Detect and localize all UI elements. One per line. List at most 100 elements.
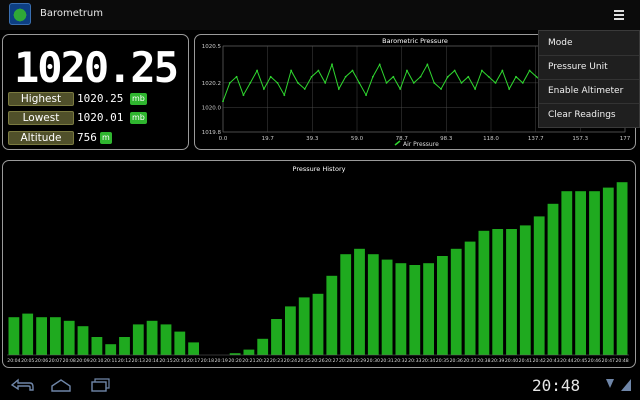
history-time-labels: 20:04 20:05 20:06 20:07 20:08 20:09 20:10 20:11… [7, 358, 629, 364]
history-bar [312, 293, 324, 355]
recent-apps-icon[interactable] [90, 378, 110, 392]
data-point [269, 75, 272, 78]
data-point [392, 75, 395, 78]
action-bar: Barometrum [0, 0, 640, 30]
data-point [324, 81, 327, 84]
history-bar [589, 191, 600, 355]
time-label: 20:08 [63, 358, 76, 364]
data-point [460, 81, 463, 84]
history-bar [409, 265, 421, 355]
overflow-menu-icon[interactable] [612, 8, 626, 22]
menu-item-clear-readings[interactable]: Clear Readings [539, 103, 639, 127]
history-bar [478, 230, 490, 355]
altitude-unit: m [100, 132, 112, 144]
time-label: 20:45 [574, 358, 587, 364]
history-bar [616, 182, 628, 355]
data-point [337, 88, 340, 90]
history-bar [533, 216, 545, 355]
history-bar [547, 203, 559, 355]
menu-item-enable-altimeter[interactable]: Enable Altimeter [539, 79, 639, 103]
history-bar [492, 229, 504, 355]
current-pressure: 1020.25 [13, 43, 179, 92]
data-point [419, 75, 422, 78]
data-point [528, 69, 531, 72]
data-point [242, 94, 245, 97]
data-point [385, 81, 388, 84]
history-bar [22, 313, 34, 355]
data-point [440, 88, 442, 90]
lowest-label: Lowest [8, 111, 74, 125]
history-bar [506, 229, 517, 355]
history-title: Pressure History [293, 165, 346, 173]
data-point [358, 81, 361, 84]
data-point [256, 69, 258, 72]
history-bar [340, 254, 352, 355]
time-label: 20:25 [298, 358, 311, 364]
y-tick-labels: 1020.51020.21020.01019.8 [202, 44, 222, 136]
time-label: 20:16 [173, 358, 186, 364]
history-bar [381, 259, 393, 355]
data-point [501, 69, 504, 72]
menu-item-pressure-unit[interactable]: Pressure Unit [539, 55, 639, 79]
time-label: 20:47 [602, 358, 615, 364]
history-bar [63, 320, 75, 355]
data-point [262, 88, 265, 90]
status-clock[interactable]: 20:48 [532, 376, 580, 395]
data-point [406, 69, 408, 72]
barometer-globe-icon[interactable] [9, 3, 31, 25]
y-tick-label: 1020.5 [202, 44, 222, 50]
time-label: 20:23 [270, 358, 283, 364]
history-bar [77, 326, 89, 355]
time-label: 20:30 [367, 358, 380, 364]
data-point [508, 88, 511, 90]
history-bar [174, 331, 186, 355]
data-point [494, 81, 497, 84]
history-bar [423, 263, 434, 355]
x-tick-label: 157.3 [572, 136, 588, 142]
history-bar [91, 337, 103, 355]
time-label: 20:22 [256, 358, 269, 364]
data-point [412, 81, 415, 84]
history-bar [243, 349, 255, 355]
time-label: 20:41 [519, 358, 532, 364]
back-icon[interactable] [10, 378, 34, 392]
history-bar [326, 275, 338, 355]
data-point [487, 75, 490, 78]
time-label: 20:04 [7, 358, 20, 364]
history-bars [8, 182, 628, 355]
x-tick-label: 177 [620, 136, 631, 142]
history-bar [50, 317, 61, 355]
time-label: 20:40 [505, 358, 518, 364]
time-label: 20:39 [491, 358, 504, 364]
data-point [399, 88, 402, 90]
history-bar [146, 320, 158, 355]
x-tick-label: 59.0 [351, 136, 364, 142]
chart-title: Barometric Pressure [382, 37, 448, 45]
time-label: 20:27 [325, 358, 338, 364]
home-icon[interactable] [50, 378, 72, 392]
data-point [249, 81, 252, 84]
history-bar [285, 306, 296, 355]
time-label: 20:05 [21, 358, 34, 364]
time-label: 20:12 [118, 358, 131, 364]
data-point [521, 81, 524, 84]
history-bar [602, 187, 614, 355]
app-title: Barometrum [40, 8, 104, 19]
data-point [351, 69, 354, 72]
data-point [515, 75, 517, 78]
history-bar [298, 297, 310, 355]
menu-item-mode[interactable]: Mode [539, 31, 639, 55]
time-label: 20:19 [215, 358, 228, 364]
overflow-menu: Mode Pressure Unit Enable Altimeter Clea… [538, 30, 640, 128]
battery-icon [621, 379, 631, 391]
data-point [371, 75, 374, 78]
history-bar [367, 254, 379, 355]
data-point [433, 81, 436, 84]
history-bar [105, 344, 117, 355]
history-bar [271, 319, 282, 355]
data-point [331, 63, 333, 66]
data-point [276, 81, 279, 84]
time-label: 20:46 [588, 358, 601, 364]
history-bar [132, 324, 144, 355]
chart-legend: Air Pressure [394, 140, 439, 148]
